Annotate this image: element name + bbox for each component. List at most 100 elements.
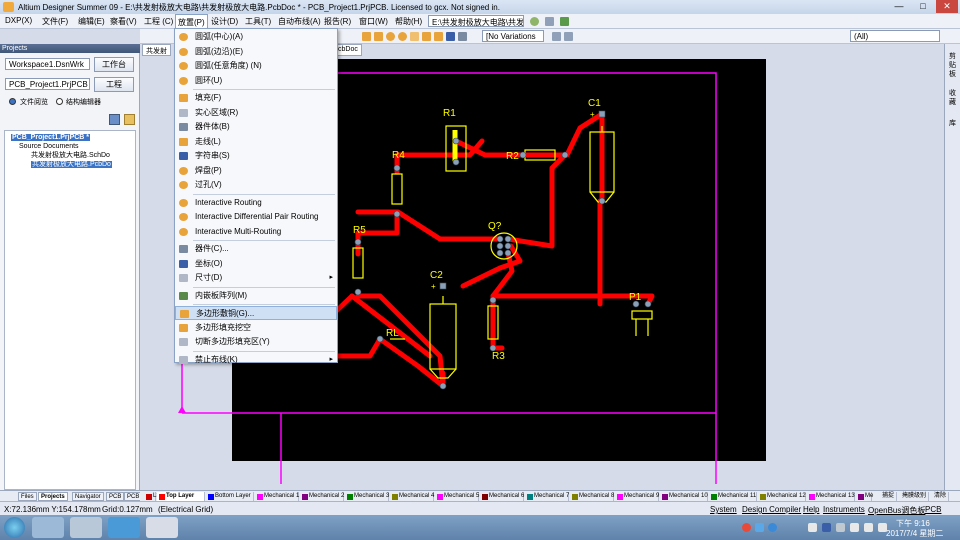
taskbar-app-1-icon[interactable] <box>32 517 64 538</box>
panel-folder-icon[interactable] <box>124 114 135 125</box>
place-menu-item-10[interactable]: 过孔(V) <box>175 178 337 192</box>
minimize-button[interactable]: — <box>888 0 910 13</box>
place-menu-item-14[interactable]: 器件(C)... <box>175 242 337 256</box>
place-menu-item-17[interactable]: 内嵌板阵列(M) <box>175 289 337 303</box>
place-menu-item-9[interactable]: 焊盘(P) <box>175 164 337 178</box>
menu-view[interactable]: 察看(V) <box>108 16 139 27</box>
place-menu-item-2[interactable]: 圆弧(任意角度) (N) <box>175 59 337 73</box>
mask-level-button[interactable]: 掩膜级别 <box>900 492 930 501</box>
back-icon[interactable] <box>545 17 554 26</box>
workspace-combo[interactable]: Workspace1.DsnWrk <box>5 58 90 70</box>
layer-stack-icon[interactable] <box>552 32 561 41</box>
tree-pcb-doc[interactable]: 共发射极放大电路.PcbDo <box>31 160 112 169</box>
tab-schematic[interactable]: 共发射 <box>142 44 171 56</box>
library-tab[interactable]: 库 <box>949 119 958 128</box>
plus-icon[interactable] <box>560 17 569 26</box>
layer-tab-7[interactable]: Mechanical 5 <box>435 492 479 501</box>
link-instruments[interactable]: Instruments <box>823 505 865 514</box>
layer-tab-11[interactable]: Mechanical 9 <box>615 492 659 501</box>
place-menu-item-21[interactable]: 禁止布线(K) ▸ <box>175 353 337 367</box>
arc-tool-icon[interactable] <box>410 32 419 41</box>
place-menu-item-3[interactable]: 圆环(U) <box>175 74 337 88</box>
layer-tab-0[interactable]: LS <box>144 492 160 501</box>
layer-tab-6[interactable]: Mechanical 4 <box>390 492 434 501</box>
menu-file[interactable]: 文件(F) <box>40 16 70 27</box>
tree-schematic-doc[interactable]: 共发射极放大电路.SchDo <box>31 151 110 160</box>
taskbar-app-3-icon[interactable] <box>108 517 140 538</box>
layer-tab-3[interactable]: Mechanical 1 <box>255 492 299 501</box>
taskbar-altium-icon[interactable] <box>146 517 178 538</box>
layer-tab-9[interactable]: Mechanical 7 <box>525 492 569 501</box>
project-combo[interactable]: PCB_Project1.PrjPCB <box>5 78 90 90</box>
place-menu-item-1[interactable]: 圆弧(边沿)(E) <box>175 45 337 59</box>
tab-navigator[interactable]: Navigator <box>72 492 104 501</box>
tray-icon-1[interactable] <box>742 523 751 532</box>
place-menu-item-5[interactable]: 实心区域(R) <box>175 106 337 120</box>
go-icon[interactable] <box>530 17 539 26</box>
menu-edit[interactable]: 编辑(E) <box>76 16 107 27</box>
radio-struct-editor[interactable] <box>56 98 63 105</box>
place-menu-item-0[interactable]: 圆弧(中心)(A) <box>175 30 337 44</box>
place-menu-item-4[interactable]: 填充(F) <box>175 91 337 105</box>
layer-tab-14[interactable]: Mechanical 12 <box>758 492 806 501</box>
polygon-tool-icon[interactable] <box>434 32 443 41</box>
start-button-icon[interactable] <box>4 517 25 538</box>
tab-projects[interactable]: Projects <box>38 492 68 501</box>
menu-help[interactable]: 帮助(H) <box>393 16 424 27</box>
snap-button[interactable]: 捕捉 <box>880 492 898 501</box>
workspace-button[interactable]: 工作台 <box>94 57 134 72</box>
menu-reports[interactable]: 报告(R) <box>322 16 353 27</box>
layer-tab-16[interactable]: Me <box>856 492 873 501</box>
link-help[interactable]: Help <box>803 505 819 514</box>
place-menu-item-19[interactable]: 多边形填充挖空 <box>175 321 337 335</box>
place-menu-item-12[interactable]: Interactive Differential Pair Routing <box>175 210 337 224</box>
menu-project[interactable]: 工程 (C) <box>142 16 175 27</box>
tab-pcb-panel[interactable]: PCB <box>106 492 125 501</box>
filter-all-combo[interactable]: (All) <box>850 30 940 42</box>
pad-tool-icon[interactable] <box>386 32 395 41</box>
variations-combo[interactable]: [No Variations <box>482 30 544 42</box>
layer-tab-2[interactable]: Bottom Layer <box>206 492 254 501</box>
network-icon[interactable] <box>864 523 873 532</box>
layer-tab-4[interactable]: Mechanical 2 <box>300 492 344 501</box>
link-pcb[interactable]: PCB <box>925 505 941 514</box>
tray-icon-3[interactable] <box>768 523 777 532</box>
tray-icon-5[interactable] <box>822 523 831 532</box>
bluetooth-icon[interactable] <box>808 523 817 532</box>
maximize-button[interactable]: □ <box>912 0 934 13</box>
menu-dxp[interactable]: DXP(X) <box>3 16 34 25</box>
link-system[interactable]: System <box>710 505 737 514</box>
menu-place[interactable]: 放置(P) <box>175 14 208 29</box>
menu-tools[interactable]: 工具(T) <box>243 16 273 27</box>
layer-tab-12[interactable]: Mechanical 10 <box>660 492 708 501</box>
route-icon[interactable] <box>362 32 371 41</box>
string-tool-icon[interactable] <box>446 32 455 41</box>
project-button[interactable]: 工程 <box>94 77 134 92</box>
place-menu-item-18[interactable]: 多边形敷铜(G)... <box>175 306 337 320</box>
layer-tab-1[interactable]: Top Layer <box>157 492 205 501</box>
filter-icon[interactable] <box>564 32 573 41</box>
taskbar-app-2-icon[interactable] <box>70 517 102 538</box>
layer-tab-13[interactable]: Mechanical 11 <box>709 492 757 501</box>
layer-tab-15[interactable]: Mechanical 13 <box>807 492 855 501</box>
tray-icon-2[interactable] <box>755 523 764 532</box>
menu-window[interactable]: 窗口(W) <box>357 16 390 27</box>
place-menu-item-13[interactable]: Interactive Multi-Routing <box>175 225 337 239</box>
layer-tab-10[interactable]: Mechanical 8 <box>570 492 614 501</box>
place-menu-item-11[interactable]: Interactive Routing <box>175 196 337 210</box>
volume-icon[interactable] <box>850 523 859 532</box>
clear-button[interactable]: 清除 <box>932 492 950 501</box>
tab-files[interactable]: Files <box>18 492 37 501</box>
place-menu-item-8[interactable]: 字符串(S) <box>175 149 337 163</box>
place-menu-item-15[interactable]: 坐标(O) <box>175 257 337 271</box>
fill-tool-icon[interactable] <box>422 32 431 41</box>
radio-file-view[interactable] <box>9 98 16 105</box>
place-menu-item-6[interactable]: 器件体(B) <box>175 120 337 134</box>
tab-pcb[interactable]: cbDoc <box>334 44 362 56</box>
via-tool-icon[interactable] <box>398 32 407 41</box>
favorites-tab[interactable]: 收藏 <box>949 89 958 107</box>
place-menu-item-7[interactable]: 走线(L) <box>175 135 337 149</box>
close-button[interactable]: ✕ <box>936 0 958 13</box>
component-tool-icon[interactable] <box>458 32 467 41</box>
layer-tab-5[interactable]: Mechanical 3 <box>345 492 389 501</box>
